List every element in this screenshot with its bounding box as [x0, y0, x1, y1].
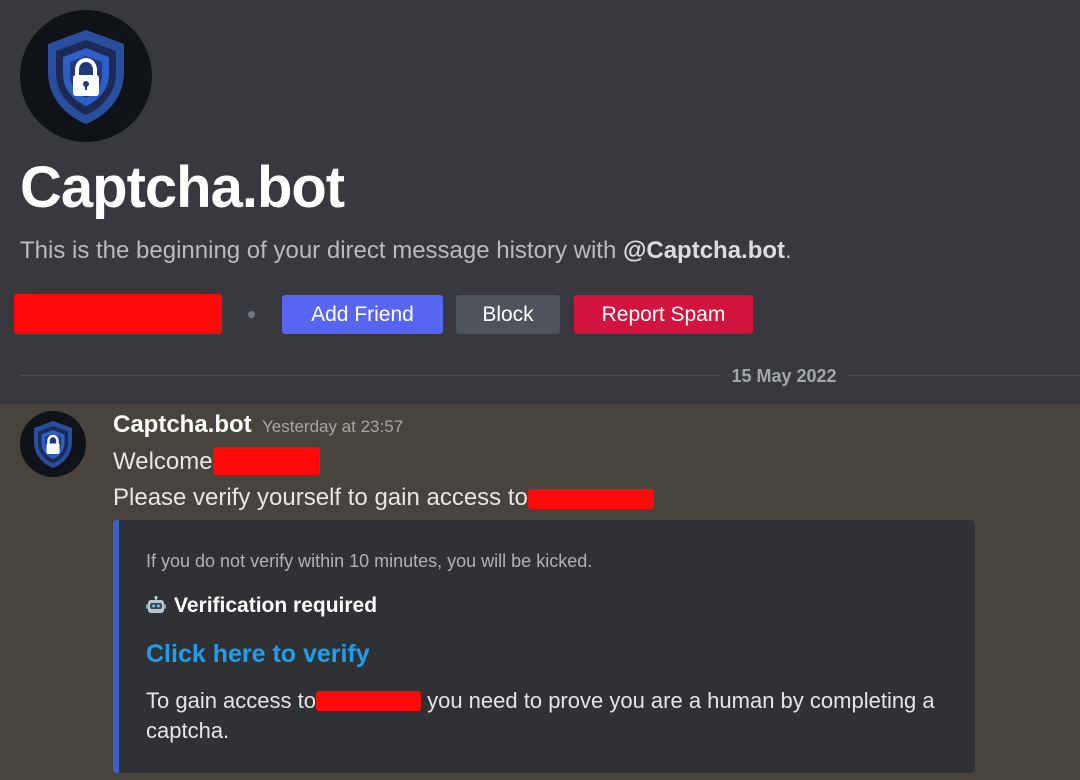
- embed-title: Verification required: [146, 592, 377, 620]
- dm-window: Captcha.bot This is the beginning of you…: [0, 0, 1080, 780]
- embed-description: To gain access to you need to prove you …: [146, 686, 946, 746]
- block-button[interactable]: Block: [456, 295, 560, 334]
- redacted-username: [212, 446, 320, 475]
- date-divider-label: 15 May 2022: [731, 366, 837, 386]
- intro-suffix: .: [785, 237, 792, 264]
- separator-dot: [248, 311, 255, 318]
- bot-mention[interactable]: @Captcha.bot: [623, 237, 785, 264]
- message-group: Captcha.bot Yesterday at 23:57 Welcome P…: [0, 404, 1080, 780]
- redacted-server-name: [527, 488, 654, 509]
- redacted-mutual-servers: [14, 294, 222, 334]
- message-line-welcome: Welcome: [113, 446, 320, 478]
- date-divider-line-left: [20, 375, 720, 376]
- bot-name-heading: Captcha.bot: [20, 155, 345, 220]
- shield-lock-icon: [48, 30, 124, 124]
- embed-title-text: Verification required: [174, 594, 378, 617]
- verify-text: Please verify yourself to gain access to: [113, 484, 528, 511]
- welcome-text: Welcome: [113, 448, 213, 475]
- date-divider-line-right: [848, 375, 1080, 376]
- intro-prefix: This is the beginning of your direct mes…: [20, 237, 623, 264]
- desc-prefix: To gain access to: [146, 688, 316, 713]
- dm-header: Captcha.bot This is the beginning of you…: [0, 0, 1080, 404]
- message-timestamp: Yesterday at 23:57: [262, 417, 404, 436]
- verify-link[interactable]: Click here to verify: [146, 638, 370, 670]
- redacted-server-name-2: [315, 690, 421, 711]
- message-avatar[interactable]: [20, 411, 86, 477]
- verification-embed: If you do not verify within 10 minutes, …: [113, 520, 975, 773]
- shield-lock-icon: [34, 421, 72, 468]
- report-spam-button[interactable]: Report Spam: [574, 295, 753, 334]
- bot-avatar-large[interactable]: [20, 10, 152, 142]
- robot-icon: [146, 596, 166, 613]
- dm-intro-text: This is the beginning of your direct mes…: [20, 234, 792, 268]
- add-friend-button[interactable]: Add Friend: [282, 295, 443, 334]
- embed-kick-notice: If you do not verify within 10 minutes, …: [146, 551, 593, 571]
- message-author[interactable]: Captcha.bot: [113, 410, 252, 440]
- message-line-verify: Please verify yourself to gain access to: [113, 482, 654, 514]
